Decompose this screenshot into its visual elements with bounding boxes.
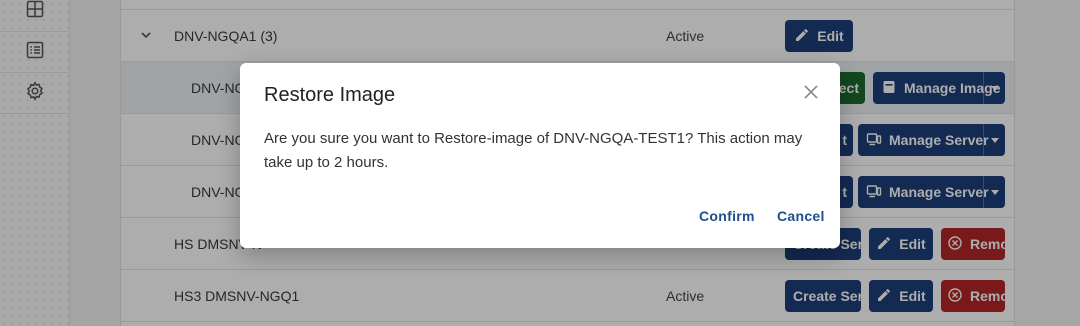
restore-image-dialog: Restore Image Are you sure you want to R…: [240, 63, 840, 248]
dialog-message: Are you sure you want to Restore-image o…: [264, 130, 803, 171]
close-icon[interactable]: [800, 81, 822, 103]
confirm-button[interactable]: Confirm: [699, 208, 755, 224]
dialog-title: Restore Image: [264, 84, 396, 106]
cancel-button[interactable]: Cancel: [777, 208, 825, 224]
